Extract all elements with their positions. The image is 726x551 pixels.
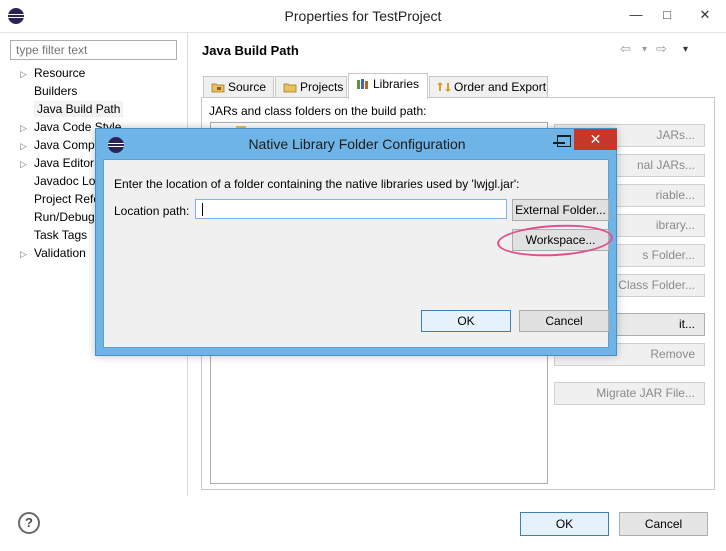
tree-item-label: Resource <box>34 66 86 80</box>
window-title: Properties for TestProject <box>284 8 442 24</box>
tree-item-label: Project Refe <box>34 192 101 206</box>
location-path-input[interactable] <box>195 199 507 219</box>
external-folder-button[interactable]: External Folder... <box>512 199 609 221</box>
tab-libraries[interactable]: Libraries <box>348 73 428 99</box>
tree-item-label: Validation <box>34 246 86 260</box>
library-action-button[interactable]: Migrate JAR File... <box>554 382 705 405</box>
order-export-icon <box>437 81 451 93</box>
location-path-label: Location path: <box>114 204 190 218</box>
dialog-close-button[interactable]: ✕ <box>574 129 617 150</box>
dialog-title: Native Library Folder Configuration <box>248 136 466 152</box>
tree-item[interactable]: ▷ Resource <box>20 64 85 82</box>
tree-item[interactable]: Builders <box>20 82 77 100</box>
tab-source[interactable]: Source <box>203 76 274 98</box>
filter-input[interactable] <box>10 40 177 60</box>
tree-item-label: Java Editor <box>34 156 95 170</box>
dialog-cancel-button[interactable]: Cancel <box>519 310 609 332</box>
tree-item[interactable]: Project Refe <box>20 190 100 208</box>
expand-arrow-icon[interactable]: ▷ <box>20 155 34 173</box>
tree-item-label: Java Build Path <box>34 101 124 117</box>
tree-item-label: Builders <box>34 84 78 98</box>
dialog-maximize-button[interactable] <box>557 135 571 147</box>
back-arrow-icon[interactable]: ⇦ <box>620 41 631 57</box>
build-path-list-label: JARs and class folders on the build path… <box>209 104 427 118</box>
tree-item[interactable]: Java Build Path <box>20 100 124 118</box>
close-button[interactable]: ✕ <box>690 2 720 28</box>
help-button[interactable]: ? <box>18 512 40 534</box>
page-title: Java Build Path <box>202 43 299 58</box>
tree-item[interactable]: ▷ Validation <box>20 244 86 262</box>
tab-projects[interactable]: Projects <box>275 76 347 98</box>
forward-arrow-icon[interactable]: ⇨ <box>656 41 667 57</box>
maximize-button[interactable]: □ <box>652 2 682 28</box>
expand-arrow-icon[interactable]: ▷ <box>20 119 34 137</box>
source-folder-icon <box>211 81 225 93</box>
back-history-dropdown-icon[interactable]: ▾ <box>642 44 647 55</box>
main-title-bar: Properties for TestProject — □ ✕ <box>0 0 726 33</box>
tree-item[interactable]: Run/Debug <box>20 208 95 226</box>
dialog-ok-button[interactable]: OK <box>421 310 511 332</box>
text-caret <box>202 203 203 216</box>
cancel-button[interactable]: Cancel <box>619 512 708 536</box>
tree-item[interactable]: ▷ Java Compi <box>20 136 97 154</box>
project-folder-icon <box>283 81 297 93</box>
tree-item[interactable]: Javadoc Lo <box>20 172 95 190</box>
tree-item-label: Task Tags <box>34 228 88 242</box>
tree-item-label: Run/Debug <box>34 210 95 224</box>
expand-arrow-icon[interactable]: ▷ <box>20 65 34 83</box>
tree-item-label: Javadoc Lo <box>34 174 96 188</box>
minimize-button[interactable]: — <box>621 2 651 28</box>
tree-item-label: Java Compi <box>34 138 98 152</box>
tab-order-and-export[interactable]: Order and Export <box>429 76 548 98</box>
expand-arrow-icon[interactable]: ▷ <box>20 245 34 263</box>
tree-item[interactable]: ▷ Java Editor <box>20 154 94 172</box>
libraries-icon <box>356 78 370 90</box>
expand-arrow-icon[interactable]: ▷ <box>20 137 34 155</box>
view-menu-icon[interactable]: ▾ <box>683 44 688 55</box>
dialog-message: Enter the location of a folder containin… <box>114 177 520 191</box>
tree-item[interactable]: Task Tags <box>20 226 87 244</box>
ok-button[interactable]: OK <box>520 512 609 536</box>
